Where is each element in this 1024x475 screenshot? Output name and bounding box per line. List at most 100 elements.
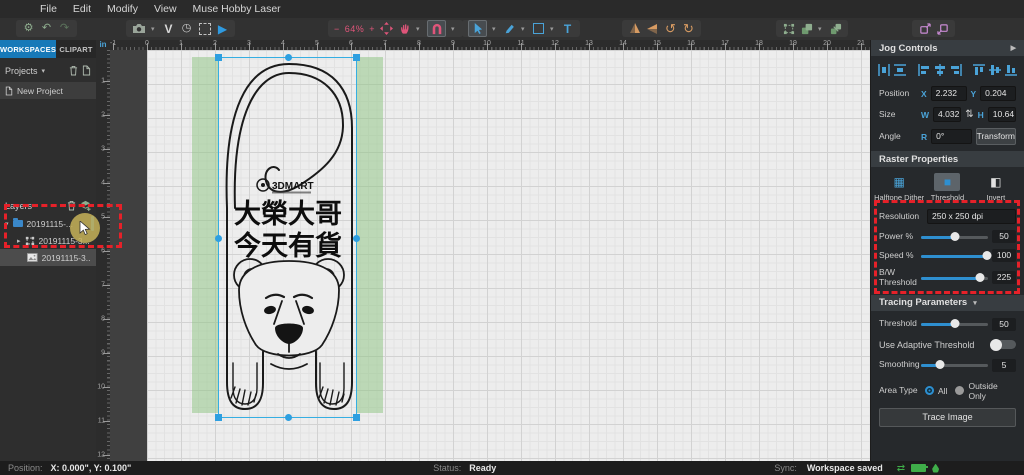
handle-bottom-right[interactable] — [353, 414, 360, 421]
position-y-input[interactable]: 0.204 — [980, 86, 1016, 101]
trace-threshold-slider[interactable] — [921, 318, 988, 330]
align-left-icon[interactable] — [917, 61, 931, 79]
handle-top-left[interactable] — [215, 54, 222, 61]
canvas-viewport[interactable]: 3DMART 大榮大哥 今天有貨 — [110, 50, 870, 461]
jog-expand-icon[interactable]: ▶ — [1011, 44, 1016, 52]
align-top-icon[interactable] — [972, 61, 986, 79]
flip-horizontal-icon[interactable] — [646, 21, 659, 36]
area-type-all-radio[interactable] — [925, 386, 934, 395]
tracing-collapse-caret[interactable]: ▾ — [973, 299, 977, 307]
undo-icon[interactable]: ↶ — [40, 21, 53, 36]
snap-magnet-icon[interactable] — [427, 20, 446, 37]
distribute-vertical-icon[interactable] — [893, 61, 907, 79]
align-bottom-icon[interactable] — [1004, 61, 1018, 79]
transform-button[interactable]: Transform — [976, 128, 1016, 145]
align-middle-icon[interactable] — [988, 61, 1002, 79]
trace-threshold-value[interactable]: 50 — [992, 318, 1016, 331]
new-project-icon[interactable] — [82, 65, 91, 78]
tab-workspaces[interactable]: WORKSPACES — [0, 40, 56, 58]
size-w-input[interactable]: 4.032 — [933, 107, 961, 122]
distribute-horizontal-icon[interactable] — [877, 61, 891, 79]
pan-dropdown-caret[interactable]: ▾ — [416, 25, 422, 33]
pen-dropdown-caret[interactable]: ▾ — [521, 25, 527, 33]
zoom-in-button[interactable]: + — [369, 24, 375, 34]
vector-expand-caret[interactable]: ▸ — [17, 237, 21, 245]
redo-icon[interactable]: ↷ — [58, 21, 71, 36]
settings-gear-icon[interactable]: ⚙ — [22, 21, 35, 36]
camera-dropdown-caret[interactable]: ▾ — [151, 25, 157, 33]
snap-dropdown-caret[interactable]: ▾ — [451, 25, 457, 33]
flip-vertical-icon[interactable] — [628, 21, 641, 36]
angle-input[interactable]: 0° — [931, 129, 971, 144]
handle-top-right[interactable] — [353, 54, 360, 61]
vector-preview-icon[interactable]: V — [162, 21, 175, 36]
bring-forward-icon[interactable] — [918, 21, 931, 36]
run-job-play-icon[interactable]: ▶ — [216, 21, 229, 36]
smoothing-value[interactable]: 5 — [992, 359, 1016, 372]
add-layer-icon[interactable] — [80, 200, 91, 213]
size-h-input[interactable]: 10.64 — [988, 107, 1016, 122]
position-x-input[interactable]: 2.232 — [931, 86, 967, 101]
area-type-outside-label[interactable]: Outside Only — [968, 381, 1016, 401]
zoom-fit-icon[interactable] — [380, 21, 393, 36]
handle-bottom-left[interactable] — [215, 414, 222, 421]
menu-file[interactable]: File — [32, 3, 65, 15]
align-center-icon[interactable] — [933, 61, 947, 79]
speed-value[interactable]: 100 — [992, 249, 1016, 262]
tab-clipart[interactable]: CLIPART — [56, 40, 96, 58]
delete-project-trash-icon[interactable] — [69, 65, 78, 78]
project-item-new-project[interactable]: New Project — [0, 82, 96, 99]
jog-controls-header[interactable]: Jog Controls ▶ — [871, 40, 1024, 56]
tracing-parameters-header[interactable]: Tracing Parameters ▾ — [871, 295, 1024, 311]
rotate-ccw-icon[interactable]: ↺ — [664, 21, 677, 36]
pan-hand-icon[interactable] — [398, 21, 411, 36]
text-tool-icon[interactable]: T — [561, 21, 574, 36]
ungroup-objects-icon[interactable] — [829, 21, 842, 36]
job-boundary-icon[interactable] — [198, 21, 211, 36]
menu-modify[interactable]: Modify — [99, 3, 146, 15]
smoothing-slider[interactable] — [921, 359, 988, 371]
menu-view[interactable]: View — [146, 3, 185, 15]
selection-bounding-box[interactable]: 3DMART 大榮大哥 今天有貨 — [218, 57, 357, 418]
group-dropdown-caret[interactable]: ▾ — [818, 25, 824, 33]
halftone-dither-button[interactable]: ▦ Halftone Dither — [875, 173, 923, 202]
adaptive-threshold-toggle[interactable] — [990, 340, 1016, 349]
handle-middle-left[interactable] — [215, 235, 222, 242]
area-type-all-label[interactable]: All — [938, 386, 947, 396]
select-dropdown-caret[interactable]: ▾ — [492, 25, 498, 33]
power-value[interactable]: 50 — [992, 230, 1016, 243]
menu-edit[interactable]: Edit — [65, 3, 99, 15]
engrave-text-line2[interactable]: 今天有貨 — [234, 230, 342, 261]
shape-tool-icon[interactable] — [532, 21, 545, 36]
select-cursor-icon[interactable] — [468, 20, 487, 37]
send-backward-icon[interactable] — [936, 21, 949, 36]
speed-slider[interactable] — [921, 250, 988, 262]
zoom-out-button[interactable]: − — [334, 24, 340, 34]
handle-middle-right[interactable] — [353, 235, 360, 242]
node-edit-icon[interactable] — [782, 21, 795, 36]
shape-dropdown-caret[interactable]: ▾ — [550, 25, 556, 33]
handle-top-center[interactable] — [285, 54, 292, 61]
door-hanger-artwork[interactable]: 3DMART 大榮大哥 今天有貨 — [219, 58, 358, 419]
invert-button[interactable]: ◧ Invert — [972, 173, 1020, 202]
group-objects-icon[interactable] — [800, 21, 813, 36]
projects-collapse-caret[interactable]: ▾ — [42, 67, 46, 75]
folder-expand-caret[interactable]: ▾ — [5, 220, 9, 228]
delete-layer-trash-icon[interactable] — [67, 200, 76, 213]
bw-threshold-slider[interactable] — [921, 272, 988, 284]
threshold-mode-button[interactable]: ■ Threshold — [923, 173, 971, 202]
align-right-icon[interactable] — [949, 61, 963, 79]
area-type-outside-radio[interactable] — [955, 386, 964, 395]
bw-threshold-value[interactable]: 225 — [992, 271, 1016, 284]
menu-muse-hobby-laser[interactable]: Muse Hobby Laser — [185, 3, 289, 15]
aspect-lock-icon[interactable]: ⇅ — [965, 109, 973, 120]
handle-bottom-center[interactable] — [285, 414, 292, 421]
resolution-select[interactable]: 250 x 250 dpi — [927, 209, 1016, 224]
trace-image-button[interactable]: Trace Image — [879, 408, 1016, 427]
rotate-cw-icon[interactable]: ↻ — [682, 21, 695, 36]
pen-tool-icon[interactable] — [503, 21, 516, 36]
layer-image-row[interactable]: 20191115-3... — [0, 249, 96, 266]
job-timer-icon[interactable]: ◷ — [180, 21, 193, 36]
camera-icon[interactable] — [132, 21, 146, 36]
power-slider[interactable] — [921, 231, 988, 243]
